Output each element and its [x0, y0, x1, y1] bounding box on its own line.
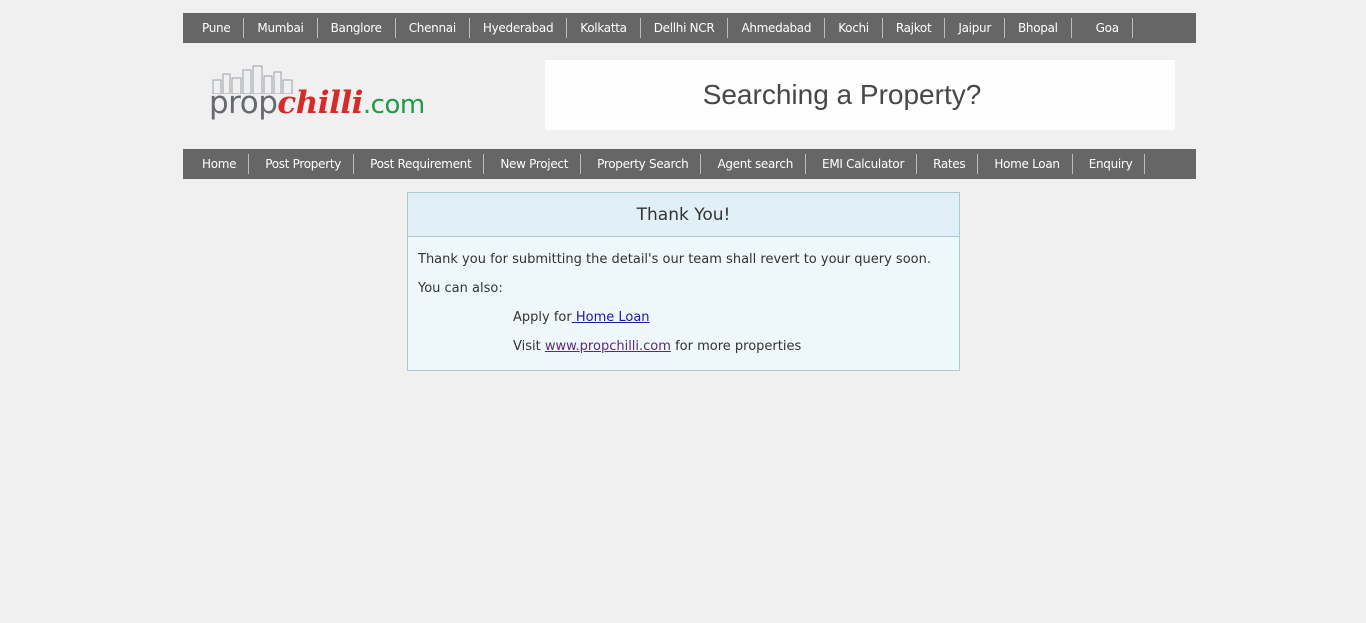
thank-you-panel: Thank You! Thank you for submitting the …	[407, 192, 960, 371]
logo-text: propchilli.com	[209, 85, 425, 121]
main-nav: Home Post Property Post Requirement New …	[183, 149, 1196, 179]
city-link-kolkatta[interactable]: Kolkatta	[567, 18, 641, 38]
panel-title: Thank You!	[636, 204, 731, 225]
also-label: You can also:	[418, 281, 503, 296]
city-bar: Pune Mumbai Banglore Chennai Hyederabad …	[183, 13, 1196, 43]
apply-line: Apply for Home Loan	[418, 303, 949, 332]
visit-prefix: Visit	[513, 339, 545, 354]
nav-emi-calculator[interactable]: EMI Calculator	[806, 154, 918, 174]
panel-body: Thank you for submitting the detail's ou…	[408, 237, 959, 369]
city-link-goa[interactable]: Goa	[1072, 18, 1133, 38]
city-link-jaipur[interactable]: Jaipur	[945, 18, 1005, 38]
city-link-hyederabad[interactable]: Hyederabad	[470, 18, 568, 38]
nav-post-requirement[interactable]: Post Requirement	[354, 154, 485, 174]
nav-new-project[interactable]: New Project	[484, 154, 582, 174]
nav-property-search[interactable]: Property Search	[581, 154, 702, 174]
city-link-banglore[interactable]: Banglore	[318, 18, 396, 38]
visit-suffix: for more properties	[670, 339, 802, 354]
ad-banner[interactable]: Searching a Property?	[545, 60, 1175, 130]
nav-rates[interactable]: Rates	[917, 154, 979, 174]
nav-enquiry[interactable]: Enquiry	[1073, 154, 1146, 174]
city-link-kochi[interactable]: Kochi	[825, 18, 883, 38]
site-logo[interactable]: propchilli.com	[209, 64, 444, 126]
city-link-rajkot[interactable]: Rajkot	[883, 18, 946, 38]
home-loan-link[interactable]: Home Loan	[572, 310, 650, 325]
banner-text: Searching a Property?	[702, 79, 982, 110]
nav-home-loan[interactable]: Home Loan	[978, 154, 1073, 174]
thank-you-message: Thank you for submitting the detail's ou…	[418, 252, 931, 267]
city-link-delhi-ncr[interactable]: Dellhi NCR	[641, 18, 729, 38]
visit-line: Visit www.propchilli.com for more proper…	[418, 332, 949, 361]
city-link-ahmedabad[interactable]: Ahmedabad	[728, 18, 826, 38]
panel-header: Thank You!	[408, 193, 959, 237]
propchilli-link[interactable]: www.propchilli.com	[545, 339, 671, 354]
nav-post-property[interactable]: Post Property	[249, 154, 355, 174]
apply-prefix: Apply for	[513, 310, 572, 325]
city-link-mumbai[interactable]: Mumbai	[244, 18, 318, 38]
city-link-chennai[interactable]: Chennai	[396, 18, 470, 38]
city-link-pune[interactable]: Pune	[183, 18, 245, 38]
nav-agent-search[interactable]: Agent search	[701, 154, 807, 174]
nav-home[interactable]: Home	[183, 154, 250, 174]
city-link-bhopal[interactable]: Bhopal	[1005, 18, 1072, 38]
